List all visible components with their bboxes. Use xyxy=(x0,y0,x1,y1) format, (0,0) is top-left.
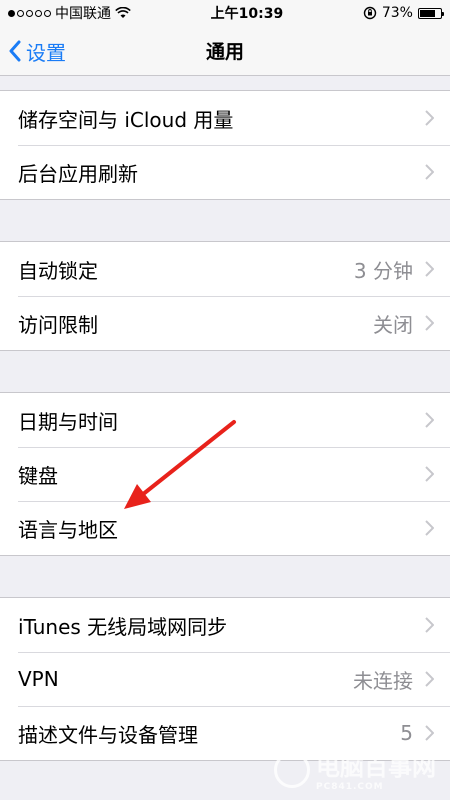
battery-icon xyxy=(417,7,444,19)
row-label: VPN xyxy=(18,667,59,691)
row-label: 描述文件与设备管理 xyxy=(18,722,198,747)
row-date-time[interactable]: 日期与时间 xyxy=(0,393,450,447)
chevron-right-icon xyxy=(425,466,434,482)
signal-strength-icon xyxy=(8,9,51,17)
row-label: 键盘 xyxy=(18,463,58,488)
row-label: 访问限制 xyxy=(18,312,98,337)
row-storage-icloud[interactable]: 储存空间与 iCloud 用量 xyxy=(0,91,450,145)
chevron-right-icon xyxy=(425,617,434,633)
navigation-bar: 设置 通用 xyxy=(0,26,450,76)
wifi-icon xyxy=(115,7,131,18)
chevron-left-icon xyxy=(9,40,21,62)
row-label: 日期与时间 xyxy=(18,409,118,434)
watermark-logo-icon xyxy=(274,751,310,788)
row-auto-lock[interactable]: 自动锁定 3 分钟 xyxy=(0,242,450,296)
settings-group-locale: 日期与时间 键盘 语言与地区 xyxy=(0,392,450,556)
page-title: 通用 xyxy=(205,41,244,63)
row-value: 关闭 xyxy=(373,312,413,337)
status-right: 73% xyxy=(363,5,444,21)
chevron-right-icon xyxy=(425,164,434,180)
watermark: 电脑百事网 PC841.COM xyxy=(274,747,436,792)
row-value: 未连接 xyxy=(353,668,413,693)
row-label: 语言与地区 xyxy=(18,517,118,542)
carrier-name: 中国联通 xyxy=(55,6,111,22)
back-label: 设置 xyxy=(26,40,66,65)
battery-percent: 73% xyxy=(381,5,413,21)
row-label: 后台应用刷新 xyxy=(18,161,138,186)
chevron-right-icon xyxy=(425,671,434,687)
row-language-region[interactable]: 语言与地区 xyxy=(0,501,450,555)
chevron-right-icon xyxy=(425,725,434,741)
settings-group-sync: iTunes 无线局域网同步 VPN 未连接 描述文件与设备管理 5 xyxy=(0,597,450,761)
settings-group-lock: 自动锁定 3 分钟 访问限制 关闭 xyxy=(0,241,450,351)
back-button[interactable]: 设置 xyxy=(8,26,66,76)
status-bar: 中国联通 上午10:39 73% xyxy=(0,0,450,26)
status-left: 中国联通 xyxy=(8,3,131,23)
row-value: 5 xyxy=(400,721,413,745)
settings-group-storage: 储存空间与 iCloud 用量 后台应用刷新 xyxy=(0,90,450,200)
chevron-right-icon xyxy=(425,520,434,536)
watermark-sub: PC841.COM xyxy=(316,782,384,792)
row-restrictions[interactable]: 访问限制 关闭 xyxy=(0,296,450,350)
chevron-right-icon xyxy=(425,110,434,126)
row-value: 3 分钟 xyxy=(353,258,413,283)
row-label: 自动锁定 xyxy=(18,258,98,283)
status-time: 上午10:39 xyxy=(210,6,284,22)
rotation-lock-icon xyxy=(363,6,377,20)
row-keyboard[interactable]: 键盘 xyxy=(0,447,450,501)
chevron-right-icon xyxy=(425,412,434,428)
row-label: iTunes 无线局域网同步 xyxy=(18,614,228,639)
chevron-right-icon xyxy=(425,315,434,331)
chevron-right-icon xyxy=(425,261,434,277)
watermark-text: 电脑百事网 xyxy=(316,753,436,781)
row-vpn[interactable]: VPN 未连接 xyxy=(0,652,450,706)
row-background-app-refresh[interactable]: 后台应用刷新 xyxy=(0,145,450,199)
row-label: 储存空间与 iCloud 用量 xyxy=(18,107,234,132)
row-itunes-wifi-sync[interactable]: iTunes 无线局域网同步 xyxy=(0,598,450,652)
